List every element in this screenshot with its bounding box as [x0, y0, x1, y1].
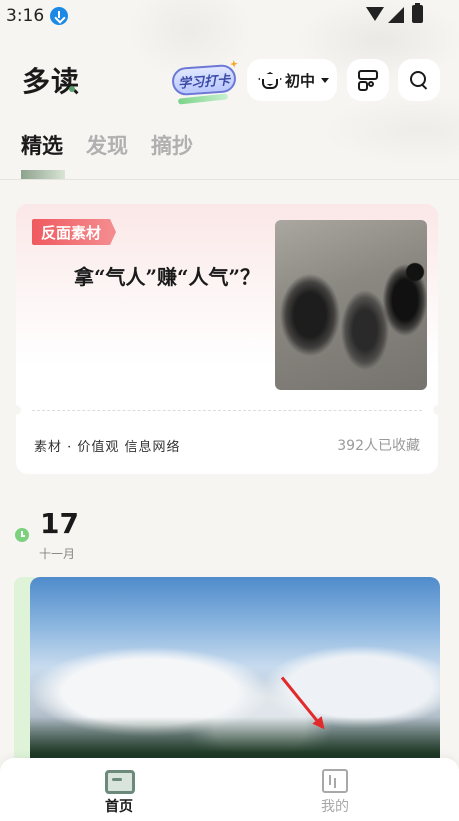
date-day: 17	[40, 507, 79, 540]
article-title: 拿“气人”赚“人气”？	[74, 265, 261, 289]
study-checkin-button[interactable]: 学习打卡	[171, 63, 237, 97]
featured-article-card[interactable]: 反面素材 拿“气人”赚“人气”？ 素材 · 价值观 信息网络 392人已收藏	[16, 204, 438, 474]
daily-card-image[interactable]	[30, 577, 440, 777]
clock-icon	[15, 528, 29, 542]
apps-icon	[358, 70, 378, 91]
tab-excerpts[interactable]: 摘抄	[151, 130, 193, 160]
logo-dot	[69, 86, 75, 92]
search-icon	[410, 71, 428, 89]
nav-home[interactable]: 首页	[89, 768, 149, 816]
favorite-count: 392人已收藏	[337, 438, 420, 454]
nav-home-label: 首页	[105, 799, 133, 815]
tab-featured[interactable]: 精选	[21, 130, 63, 160]
nav-mine-label: 我的	[321, 799, 349, 815]
grade-label: 初中	[285, 71, 316, 90]
category-tag: 反面素材	[32, 219, 117, 245]
search-button[interactable]	[398, 59, 440, 101]
card-notch-left	[16, 405, 21, 415]
apps-button[interactable]	[347, 59, 389, 101]
top-tabs: 精选 发现 摘抄	[21, 130, 193, 160]
nav-mine[interactable]: 我的	[305, 768, 365, 816]
mine-icon	[321, 768, 349, 793]
status-bar: 3:16	[0, 0, 459, 32]
tab-discover[interactable]: 发现	[86, 130, 128, 160]
status-time: 3:16	[6, 6, 45, 26]
article-thumbnail	[275, 220, 427, 390]
article-meta: 素材 · 价值观 信息网络	[34, 440, 181, 455]
card-divider	[32, 410, 422, 411]
download-icon	[50, 7, 68, 25]
tab-active-indicator	[21, 170, 65, 179]
battery-icon	[412, 3, 423, 23]
caret-down-icon	[321, 77, 330, 83]
date-month: 十一月	[39, 547, 76, 561]
tabs-divider	[0, 179, 459, 180]
bottom-nav: 首页 我的	[0, 758, 459, 821]
signal-icon	[388, 7, 404, 23]
card-notch-right	[433, 405, 438, 415]
home-icon	[105, 768, 135, 794]
grade-selector[interactable]: 初中	[247, 59, 337, 101]
wifi-icon	[366, 7, 384, 21]
app-logo: 多读	[22, 65, 81, 98]
graduation-cap-icon	[257, 72, 279, 89]
